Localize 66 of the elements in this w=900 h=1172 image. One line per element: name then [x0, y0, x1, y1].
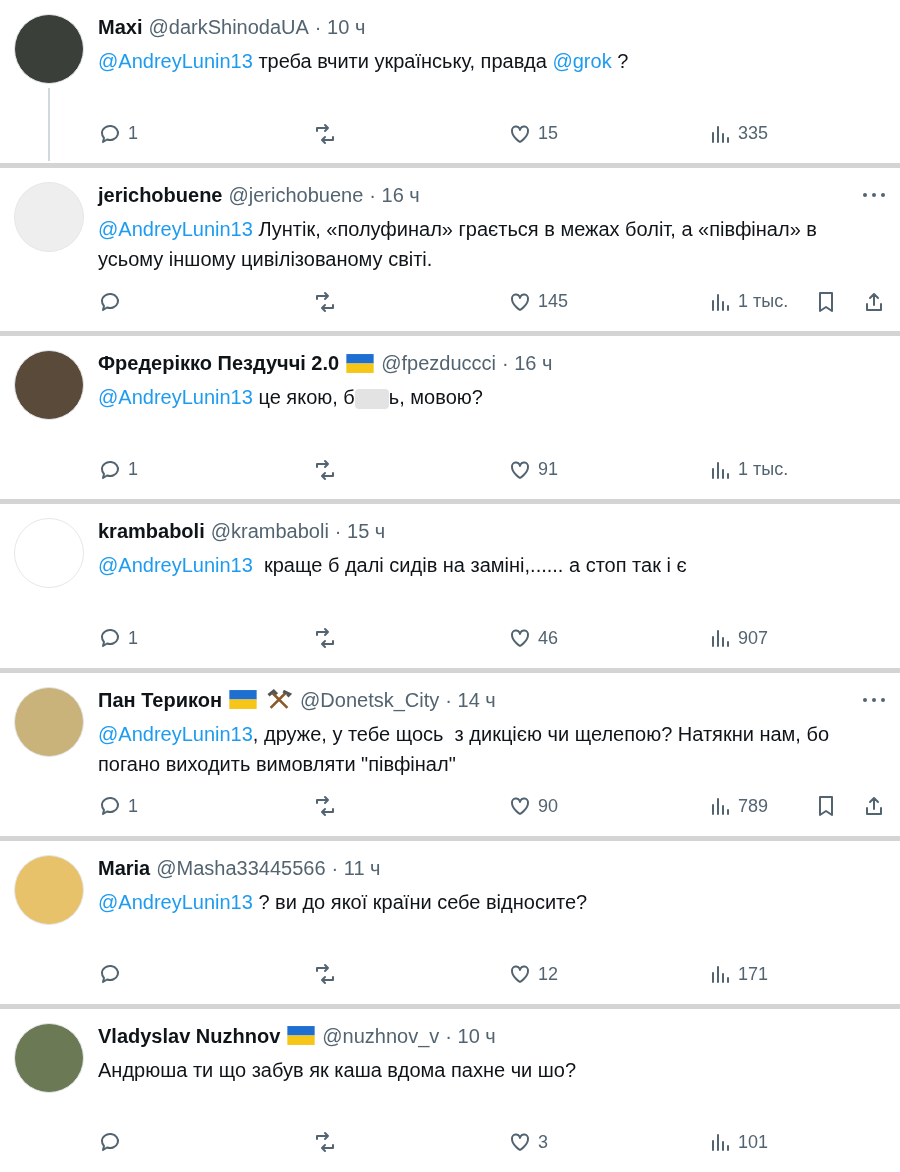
repost-icon[interactable] [313, 626, 337, 651]
reply-count: 1 [128, 458, 138, 482]
views-count: 907 [738, 626, 769, 650]
post-text: @AndreyLunin13 це якою, б ь, мовою? [98, 385, 484, 411]
mention-link[interactable]: @grok [552, 50, 612, 72]
mention-link[interactable]: @AndreyLunin13 [98, 554, 253, 577]
post-text: @AndreyLunin13 ? ви до якої країни себе відносите? [98, 889, 589, 915]
post-text: @AndreyLunin13 треба вчити українську, правда @grok ? [98, 49, 630, 74]
post-time: · 10 ч [314, 15, 366, 40]
post-time: · 16 ч [501, 351, 553, 377]
user-handle: @krambaboli [210, 519, 329, 545]
like-count: 91 [538, 458, 559, 482]
views-count: 171 [738, 962, 769, 986]
like-count: 3 [538, 1131, 548, 1154]
repost-icon[interactable] [313, 121, 337, 146]
user-name: Vladyslav Nuzhnov [98, 1023, 281, 1049]
views-count: 101 [738, 1131, 769, 1154]
user-handle: @nuzhnov_v [322, 1023, 440, 1049]
post-time: · 10 ч [445, 1023, 496, 1049]
user-handle: @darkShinodaUA [148, 15, 309, 40]
more-options-button[interactable] [862, 696, 886, 703]
flag-icon [286, 1025, 317, 1047]
more-options-button[interactable] [862, 192, 886, 199]
user-handle: @Donetsk_City [300, 687, 440, 713]
user-handle: @fpezduccci [381, 351, 496, 377]
censor-blur [354, 389, 389, 409]
user-name: Пан Терикон [98, 687, 223, 713]
reply-count: 1 [128, 122, 138, 146]
user-name: krambaboli [98, 519, 205, 545]
user-name: Maxi [98, 15, 143, 40]
like-count: 90 [538, 794, 559, 818]
like-count: 15 [538, 122, 559, 146]
user-name: Фредерікко Пездуччі 2.0 [98, 351, 340, 377]
repost-icon[interactable] [313, 1130, 337, 1155]
mention-link[interactable]: @AndreyLunin13 [98, 890, 253, 913]
post-text: @AndreyLunin13, друже, у тебе щось з дикцією чи щелепою? Натякни нам, бо погано виходить вимовляти "півфінал" [98, 721, 831, 777]
mention-link[interactable]: @AndreyLunin13 [98, 386, 253, 409]
user-handle: @jerichobuene [228, 183, 364, 209]
like-count: 12 [538, 962, 559, 986]
post-text: Андрюша ти що забув як каша вдома пахне чи шо? [98, 1057, 578, 1083]
repost-icon[interactable] [313, 289, 337, 314]
mention-link[interactable]: @AndreyLunin13 [98, 722, 253, 745]
post-text: @AndreyLunin13 краще б далі сидів на заміні,...... а стоп так і є [98, 553, 688, 579]
flag-icon [345, 352, 376, 374]
reply-count: 1 [128, 626, 138, 650]
views-count: 1 тыс. [738, 458, 789, 482]
post-text: @AndreyLunin13 Лунтік, «полуфинал» грається в межах боліт, а «півфінал» в усьому іншому цивілізованому світі. [98, 217, 818, 273]
user-name: Maria [98, 855, 151, 881]
user-name: jerichobuene [98, 183, 223, 209]
post-time: · 15 ч [334, 519, 386, 545]
repost-icon[interactable] [313, 794, 337, 819]
post-time: · 11 ч [331, 855, 381, 881]
post-time: · 14 ч [445, 687, 496, 713]
post-time: · 16 ч [369, 183, 420, 209]
views-count: 335 [738, 122, 769, 146]
views-count: 1 тыс. [738, 290, 789, 314]
repost-icon[interactable] [313, 457, 337, 482]
user-handle: @Masha33445566 [156, 855, 326, 881]
flag-icon [228, 689, 259, 711]
like-count: 46 [538, 626, 559, 650]
mention-link[interactable]: @AndreyLunin13 [98, 50, 253, 72]
reply-count: 1 [128, 794, 138, 818]
like-count: 145 [538, 290, 569, 314]
repost-icon[interactable] [313, 962, 337, 987]
mention-link[interactable]: @AndreyLunin13 [98, 218, 253, 241]
views-count: 789 [738, 794, 769, 818]
